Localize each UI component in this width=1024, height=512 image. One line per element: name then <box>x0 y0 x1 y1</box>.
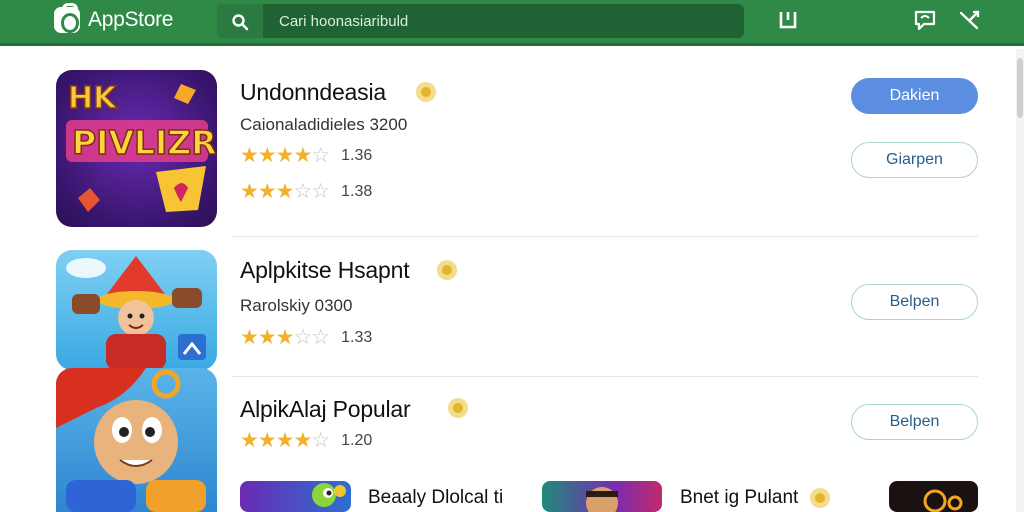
divider <box>232 236 978 237</box>
secondary-action-button[interactable]: Giarpen <box>851 142 978 178</box>
svg-text:PIVLIZR: PIVLIZR <box>72 123 217 162</box>
bag-icon <box>779 12 797 29</box>
verified-badge-icon <box>810 488 830 508</box>
chat-icon <box>914 10 936 31</box>
game-character-icon <box>56 368 206 512</box>
bag-button[interactable] <box>776 8 800 32</box>
secondary-action-button[interactable]: Belpen <box>851 284 978 320</box>
secondary-action-button[interactable]: Belpen <box>851 404 978 440</box>
game-art-icon <box>586 487 618 512</box>
game-art-icon <box>923 489 963 512</box>
star-rating-icon: ★★★★☆ <box>240 429 330 452</box>
search-bar <box>217 4 744 38</box>
app-icon[interactable] <box>56 368 217 512</box>
star-rating-icon: ★★★☆☆ <box>240 326 330 349</box>
rating-value: 1.20 <box>341 432 373 449</box>
rating: ★★★☆☆ 1.38 <box>240 180 373 203</box>
rating: ★★★★☆ 1.20 <box>240 429 373 452</box>
search-icon <box>232 14 249 31</box>
game-art-icon: HK PIVLIZR <box>66 80 217 212</box>
app-subtitle: Rarolskiy 0300 <box>240 296 353 315</box>
chat-button[interactable] <box>913 8 937 32</box>
svg-text:HK: HK <box>68 81 118 116</box>
share-icon <box>959 10 980 30</box>
mini-app-icon[interactable] <box>240 481 351 512</box>
verified-badge-icon <box>448 398 468 418</box>
share-button[interactable] <box>958 8 982 32</box>
rating-value: 1.36 <box>341 147 373 164</box>
game-art-icon <box>312 483 346 507</box>
verified-badge-icon <box>437 260 457 280</box>
mini-app-title[interactable]: Bnet ig Pulant <box>680 487 798 509</box>
star-rating-icon: ★★★★☆ <box>240 144 330 167</box>
game-character-icon <box>66 256 206 370</box>
brand-name: AppStore <box>88 8 174 31</box>
scrollbar-track[interactable] <box>1016 49 1024 512</box>
search-input[interactable] <box>279 10 719 32</box>
star-rating-icon: ★★★☆☆ <box>240 180 330 203</box>
top-app-bar: AppStore <box>0 0 1024 46</box>
primary-action-button[interactable]: Dakien <box>851 78 978 114</box>
divider <box>232 376 978 377</box>
mini-app-icon[interactable] <box>542 481 662 512</box>
rating: ★★★☆☆ 1.33 <box>240 326 373 349</box>
app-title[interactable]: AlpikAlaj Popular <box>240 396 411 423</box>
app-title[interactable]: Aplpkitse Hsapnt <box>240 257 410 284</box>
app-store-logo-icon <box>54 3 80 33</box>
app-icon[interactable] <box>56 250 217 370</box>
app-title[interactable]: Undonndeasia <box>240 79 386 106</box>
rating-value: 1.38 <box>341 183 373 200</box>
brand[interactable]: AppStore <box>54 3 174 33</box>
scrollbar-thumb[interactable] <box>1017 58 1023 118</box>
search-button[interactable] <box>217 4 263 38</box>
app-icon[interactable]: HK PIVLIZR <box>56 70 217 227</box>
mini-app-icon[interactable] <box>889 481 978 512</box>
rating-value: 1.33 <box>341 329 373 346</box>
verified-badge-icon <box>416 82 436 102</box>
mini-app-title[interactable]: Beaaly Dlolcal ti <box>368 487 503 509</box>
rating: ★★★★☆ 1.36 <box>240 144 373 167</box>
app-subtitle: Caionaladidieles 3200 <box>240 115 408 134</box>
